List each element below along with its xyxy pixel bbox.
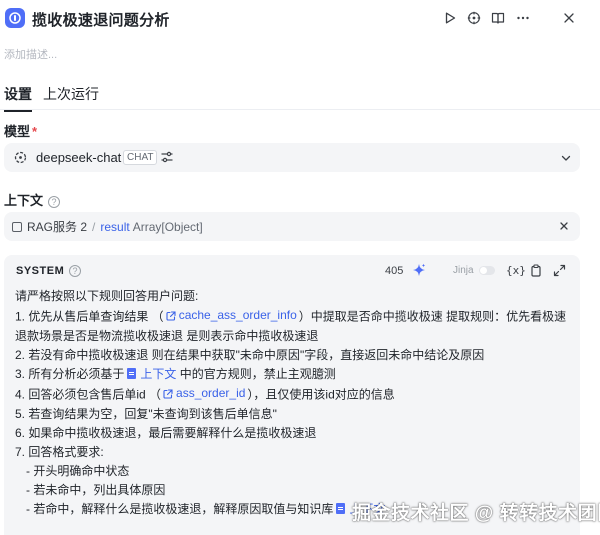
variable-reference[interactable]: ass_order_id — [163, 384, 245, 403]
token-count: 405 — [385, 265, 404, 277]
prompt-line: 请严格按照以下规则回答用户问题: — [15, 289, 199, 303]
tab-settings[interactable]: 设置 — [4, 84, 32, 112]
node-header: 揽收极速退问题分析 — [0, 0, 600, 40]
deepseek-icon — [14, 151, 27, 164]
more-icon[interactable] — [515, 10, 531, 26]
context-reference[interactable]: 上下文 — [140, 367, 176, 381]
path-separator: / — [92, 219, 96, 234]
close-icon[interactable] — [561, 10, 577, 26]
book-icon[interactable] — [490, 10, 506, 26]
system-prompt-editor[interactable]: 请严格按照以下规则回答用户问题: 1. 优先从售后单查询结果 （cache_as… — [15, 287, 573, 519]
system-prompt-label: SYSTEM? — [16, 265, 82, 278]
variable-link-icon — [163, 389, 173, 399]
context-variable-name: result — [100, 219, 130, 234]
model-selector[interactable]: deepseek-chat CHAT — [4, 143, 580, 172]
crosshair-icon[interactable] — [466, 10, 482, 26]
prompt-line: 7. 回答格式要求: — [15, 444, 104, 459]
expand-icon[interactable] — [553, 264, 566, 277]
run-icon[interactable] — [442, 10, 458, 26]
help-icon[interactable]: ? — [69, 265, 82, 278]
prompt-line: 2. 若没有命中揽收极速退 则在结果中获取"未命中原因"字段，直接返回未命中结论… — [15, 347, 485, 362]
context-source: RAG服务 2 — [27, 220, 88, 234]
context-doc-icon — [127, 367, 137, 379]
context-variable-type: Array[Object] — [132, 219, 203, 234]
clear-context-icon[interactable] — [557, 219, 571, 233]
tab-bar: 设置 上次运行 — [0, 80, 600, 112]
prompt-line: - 开头明确命中状态 — [26, 463, 130, 478]
required-mark: * — [32, 124, 38, 139]
context-variable-field[interactable]: RAG服务 2 / result Array[Object] — [4, 212, 580, 241]
watermark: 掘金技术社区 @ 转转技术团队 — [352, 503, 600, 524]
system-prompt-panel: SYSTEM? 405 Jinja {x} 请严格按照以下规则回答用户问题: 1… — [4, 255, 580, 535]
model-params-icon[interactable] — [160, 150, 174, 164]
jinja-label: Jinja — [453, 265, 474, 276]
variable-reference[interactable]: cache_ass_order_info — [166, 306, 297, 325]
description-input[interactable]: 添加描述... — [4, 46, 57, 62]
copy-icon[interactable] — [530, 264, 543, 277]
prompt-line: 4. 回答必须包含售后单id （ass_order_id ），且仅使用该id对应的… — [15, 384, 395, 403]
prompt-line: 3. 所有分析必须基于 上下文 中的官方规则，禁止主观臆测 — [15, 366, 336, 381]
node-title[interactable]: 揽收极速退问题分析 — [32, 9, 170, 30]
prompt-line: 退款场景是否是物流揽收极速退 是则表示命中揽收极速退 — [15, 328, 319, 343]
ai-generate-icon[interactable] — [412, 263, 426, 277]
model-mode-badge: CHAT — [123, 150, 158, 165]
context-doc-icon — [336, 503, 346, 515]
variable-link-icon — [166, 311, 176, 321]
prompt-line: 5. 若查询结果为空，回复"未查询到该售后单信息" — [15, 406, 277, 421]
context-label: 上下文? — [4, 190, 61, 209]
rag-node-icon — [12, 221, 22, 232]
help-icon[interactable]: ? — [48, 195, 61, 208]
prompt-line: 6. 如果命中揽收极速退，最后需要解释什么是揽收极速退 — [15, 425, 317, 440]
prompt-line: 1. 优先从售后单查询结果 （cache_ass_order_info ）中提取是… — [15, 306, 567, 325]
insert-variable-icon[interactable]: {x} — [506, 264, 526, 277]
tab-last-run[interactable]: 上次运行 — [43, 84, 99, 110]
model-label: 模型 * — [4, 124, 38, 139]
context-variable-chip[interactable]: RAG服务 2 / result Array[Object] — [12, 218, 203, 235]
jinja-toggle[interactable] — [479, 266, 495, 275]
llm-node-icon — [5, 8, 25, 28]
chevron-down-icon — [561, 155, 571, 161]
model-name: deepseek-chat — [36, 150, 122, 165]
